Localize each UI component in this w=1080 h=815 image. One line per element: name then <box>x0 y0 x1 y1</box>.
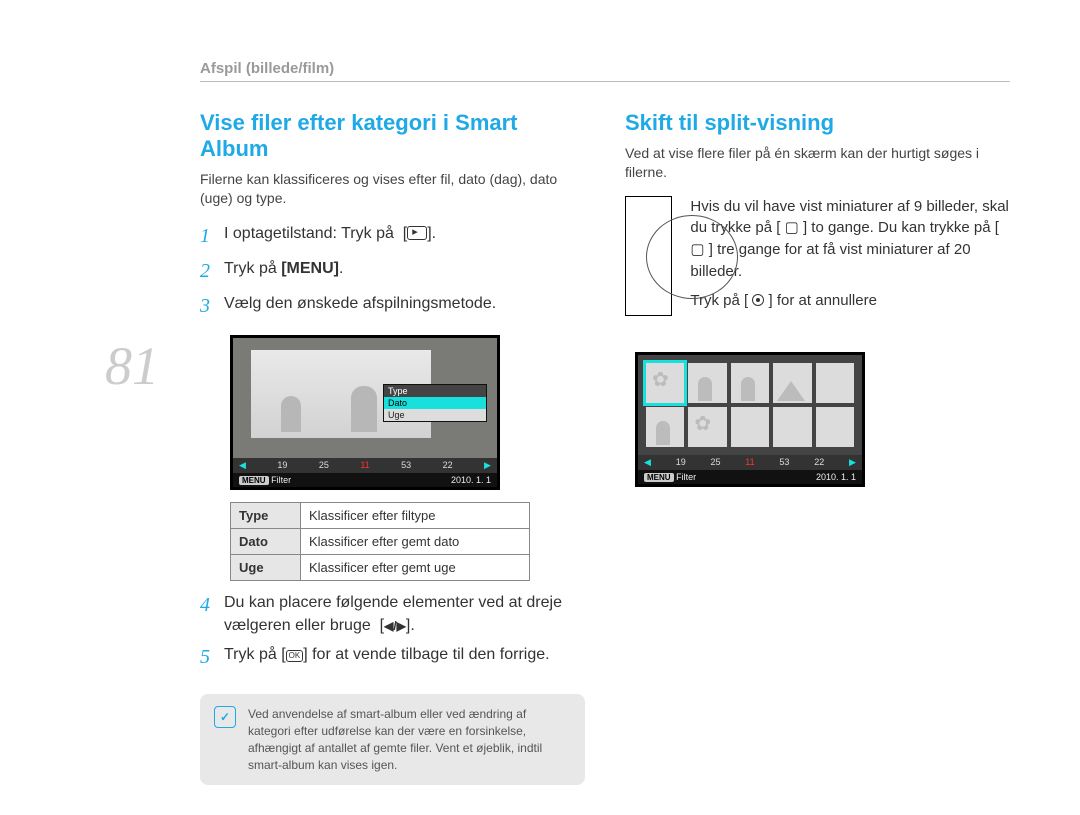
step-text: . <box>339 260 343 277</box>
classification-table: Type Klassificer efter filtype Dato Klas… <box>230 502 530 581</box>
arrow-left-icon <box>239 460 246 471</box>
lcd-menu-head: Type <box>384 385 486 397</box>
cancel-line: Tryk på [ ] for at annullere <box>690 290 1010 312</box>
table-header-cell: Uge <box>231 554 301 580</box>
strip-value: 53 <box>779 457 789 468</box>
left-right-arrows-icon <box>384 617 406 634</box>
ok-button-icon: OK <box>286 650 304 662</box>
step-number: 5 <box>200 643 224 672</box>
lcd-date: 2010. 1. 1 <box>816 472 856 482</box>
arrow-left-icon <box>644 457 651 468</box>
camera-lcd-grid-figure: 19 25 11 53 22 MENU Filter 2010. 1. 1 <box>635 352 865 487</box>
table-row: Dato Klassificer efter gemt dato <box>231 528 530 554</box>
thumbnail <box>773 407 811 447</box>
table-row: Type Klassificer efter filtype <box>231 502 530 528</box>
strip-value-current: 11 <box>360 460 369 471</box>
text: ] for at annullere <box>769 292 877 309</box>
step-number: 1 <box>200 222 224 251</box>
section-title-split-view: Skift til split-visning <box>625 110 1010 136</box>
thumbnail <box>688 407 726 447</box>
strip-value: 25 <box>711 457 721 468</box>
breadcrumb: Afspil (billede/film) <box>200 60 1010 82</box>
thumbnail <box>688 363 726 403</box>
arrow-right-icon <box>849 457 856 468</box>
step-text: Vælg den ønskede afspilningsmetode. <box>224 292 496 315</box>
lcd-menu-selected: Dato <box>384 397 486 409</box>
steps-list-cont: 4 Du kan placere følgende elementer ved … <box>200 591 585 672</box>
lcd-footer: MENU Filter 2010. 1. 1 <box>638 470 862 484</box>
lcd-menu-row: Uge <box>384 409 486 421</box>
note-text: Ved anvendelse af smart-album eller ved … <box>248 706 571 773</box>
right-column: Skift til split-visning Ved at vise fler… <box>625 110 1010 785</box>
lcd-timeline-strip: 19 25 11 53 22 <box>638 455 862 470</box>
thumbnail <box>731 407 769 447</box>
lcd-dropdown: Type Dato Uge <box>383 384 487 422</box>
strip-value: 19 <box>676 457 686 468</box>
strip-value: 19 <box>277 460 287 471</box>
strip-value: 53 <box>401 460 411 471</box>
filter-label: Filter <box>676 472 696 482</box>
arrow-right-icon <box>484 460 491 471</box>
step-number: 4 <box>200 591 224 620</box>
strip-value: 22 <box>443 460 453 471</box>
thumbnail <box>773 363 811 403</box>
cancel-button-icon <box>752 294 764 306</box>
playback-icon <box>407 226 427 240</box>
steps-list: 1 I optagetilstand: Tryk på []. 2 Tryk p… <box>200 222 585 321</box>
camera-illustration <box>625 196 672 316</box>
strip-value-current: 11 <box>745 457 754 468</box>
lcd-date: 2010. 1. 1 <box>451 475 491 485</box>
strip-value: 22 <box>814 457 824 468</box>
step-text: Tryk på <box>224 260 277 277</box>
intro-text: Filerne kan klassificeres og vises efter… <box>200 170 585 208</box>
paragraph: Hvis du vil have vist miniaturer af 9 bi… <box>690 196 1010 282</box>
lcd-footer: MENU Filter 2010. 1. 1 <box>233 473 497 487</box>
thumbnail <box>816 363 854 403</box>
step-number: 2 <box>200 257 224 286</box>
camera-lcd-figure: Type Dato Uge 19 25 11 53 22 MENU Filter <box>230 335 500 490</box>
table-header-cell: Dato <box>231 528 301 554</box>
thumbnail <box>731 363 769 403</box>
thumbnail <box>816 407 854 447</box>
table-cell: Klassificer efter filtype <box>301 502 530 528</box>
lcd-timeline-strip: 19 25 11 53 22 <box>233 458 497 473</box>
note-box: ✓ Ved anvendelse af smart-album eller ve… <box>200 694 585 785</box>
page-number: 81 <box>105 335 159 397</box>
thumbnail-selected <box>646 363 684 403</box>
step-number: 3 <box>200 292 224 321</box>
menu-label: [MENU] <box>281 260 339 277</box>
table-cell: Klassificer efter gemt uge <box>301 554 530 580</box>
filter-label: Filter <box>271 475 291 485</box>
step-text: I optagetilstand: Tryk på <box>224 225 394 242</box>
menu-button-icon: MENU <box>644 473 674 482</box>
section-title-smart-album: Vise filer efter kategori i Smart Album <box>200 110 585 162</box>
table-cell: Klassificer efter gemt dato <box>301 528 530 554</box>
strip-value: 25 <box>319 460 329 471</box>
table-header-cell: Type <box>231 502 301 528</box>
note-icon: ✓ <box>214 706 236 728</box>
intro-text: Ved at vise flere filer på én skærm kan … <box>625 144 1010 182</box>
step-text: Tryk på [ <box>224 646 286 663</box>
left-column: Vise filer efter kategori i Smart Album … <box>200 110 585 785</box>
thumbnail <box>646 407 684 447</box>
step-text: ] for at vende tilbage til den forrige. <box>303 646 549 663</box>
table-row: Uge Klassificer efter gemt uge <box>231 554 530 580</box>
menu-button-icon: MENU <box>239 476 269 485</box>
